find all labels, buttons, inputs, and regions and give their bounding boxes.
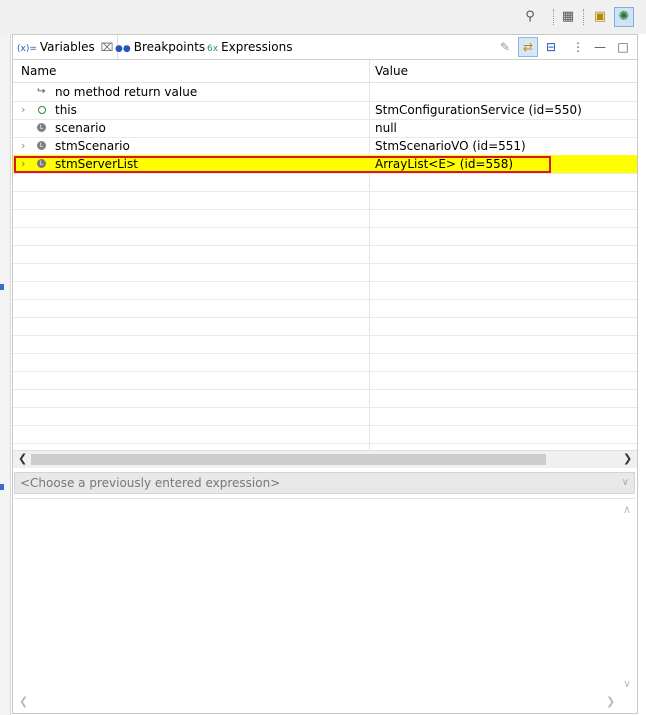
tab-label: Expressions <box>221 40 293 54</box>
chevron-right-icon[interactable]: › <box>21 155 31 173</box>
empty-table-row <box>13 245 637 264</box>
variable-value: StmScenarioVO (id=551) <box>375 139 526 153</box>
table-row[interactable]: L scenario null <box>13 119 637 138</box>
strip-marker <box>0 484 4 490</box>
empty-table-row <box>13 299 637 318</box>
local-variable-icon: L <box>37 141 46 150</box>
empty-table-row <box>13 425 637 444</box>
scroll-down-icon[interactable]: ∨ <box>623 677 631 690</box>
left-side-strip <box>0 34 11 715</box>
tab-expressions[interactable]: 6x Expressions <box>207 35 292 59</box>
toolbar-separator <box>553 9 554 25</box>
collapse-all-icon[interactable]: ⊟ <box>542 38 560 56</box>
variables-icon: (x)= <box>17 44 37 54</box>
minimize-icon[interactable]: — <box>591 38 609 56</box>
empty-table-row <box>13 209 637 228</box>
debug-perspective-icon[interactable]: ✺ <box>614 7 634 27</box>
return-icon: ↪ <box>37 86 46 97</box>
empty-table-row <box>13 389 637 408</box>
search-icon[interactable]: ⚲ <box>521 8 539 26</box>
scrollbar-thumb[interactable] <box>31 454 546 465</box>
column-header-value[interactable]: Value <box>375 60 408 82</box>
empty-table-row <box>13 227 637 246</box>
java-perspective-icon[interactable]: ▣ <box>591 8 609 26</box>
scroll-right-icon[interactable]: ❯ <box>606 695 615 708</box>
chevron-down-icon[interactable]: ∨ <box>622 473 629 493</box>
variable-value: StmConfigurationService (id=550) <box>375 103 582 117</box>
empty-table-row <box>13 191 637 210</box>
empty-table-row <box>13 353 637 372</box>
tab-label: Variables <box>39 40 95 54</box>
scroll-left-icon[interactable]: ❮ <box>18 452 27 465</box>
variable-value: ArrayList<E> (id=558) <box>375 157 514 171</box>
toolbar-separator <box>583 9 584 25</box>
vertical-scrollbar[interactable]: ∧ ∨ <box>620 499 635 695</box>
table-row[interactable]: › this StmConfigurationService (id=550) <box>13 101 637 120</box>
field-icon <box>37 105 47 115</box>
view-tab-bar: (x)= Variables ⌧ ●● Breakpoints 6x Expressio… <box>13 35 637 60</box>
table-row[interactable]: › L stmScenario StmScenarioVO (id=551) <box>13 137 637 156</box>
close-icon[interactable]: ⌧ <box>101 36 114 60</box>
empty-table-row <box>13 173 637 192</box>
tab-variables[interactable]: (x)= Variables ⌧ <box>13 35 119 60</box>
maximize-icon[interactable]: □ <box>614 38 632 56</box>
detail-horizontal-scrollbar[interactable]: ❮ ❯ <box>14 695 635 711</box>
empty-table-row <box>13 407 637 426</box>
empty-table-row <box>13 371 637 390</box>
variable-value: null <box>375 121 397 135</box>
empty-table-row <box>13 317 637 336</box>
variable-name: stmServerList <box>55 157 138 171</box>
column-header-name[interactable]: Name <box>21 60 56 82</box>
scroll-right-icon[interactable]: ❯ <box>623 452 632 465</box>
breakpoints-icon: ●● <box>115 44 131 54</box>
table-header: Name Value <box>13 60 637 83</box>
scroll-up-icon[interactable]: ∧ <box>623 503 631 516</box>
empty-table-row <box>13 263 637 282</box>
chevron-right-icon[interactable]: › <box>21 101 31 119</box>
variable-name: no method return value <box>55 85 198 99</box>
strip-marker <box>0 284 4 290</box>
variable-name: scenario <box>55 121 106 135</box>
open-perspective-icon[interactable]: ▦ <box>559 8 577 26</box>
detail-pane[interactable]: ∧ ∨ ❮ ❯ <box>14 498 635 711</box>
local-variable-icon: L <box>37 123 46 132</box>
expressions-icon: 6x <box>207 44 219 54</box>
variable-name: stmScenario <box>55 139 130 153</box>
variable-name: this <box>55 103 77 117</box>
variables-view: (x)= Variables ⌧ ●● Breakpoints 6x Expressio… <box>12 34 638 714</box>
tab-label: Breakpoints <box>133 40 206 54</box>
expression-placeholder: <Choose a previously entered expression> <box>20 476 281 490</box>
show-type-names-icon[interactable]: ✎ <box>496 38 514 56</box>
table-row-selected[interactable]: › L stmServerList ArrayList<E> (id=558) <box>13 155 637 174</box>
empty-table-row <box>13 281 637 300</box>
chevron-right-icon[interactable]: › <box>21 137 31 155</box>
local-variable-icon: L <box>37 159 46 168</box>
show-logical-structure-icon[interactable]: ⇄ <box>518 37 538 57</box>
main-toolbar: ⚲ ▦ ▣ ✺ <box>0 0 646 34</box>
view-menu-icon[interactable]: ⋮ <box>569 38 587 56</box>
scroll-left-icon[interactable]: ❮ <box>19 695 28 708</box>
horizontal-scrollbar[interactable]: ❮ ❯ <box>13 450 637 468</box>
tab-breakpoints[interactable]: ●● Breakpoints <box>115 35 205 59</box>
expression-combo[interactable]: <Choose a previously entered expression>… <box>14 472 635 494</box>
table-row[interactable]: ↪ no method return value <box>13 83 637 102</box>
empty-table-row <box>13 335 637 354</box>
